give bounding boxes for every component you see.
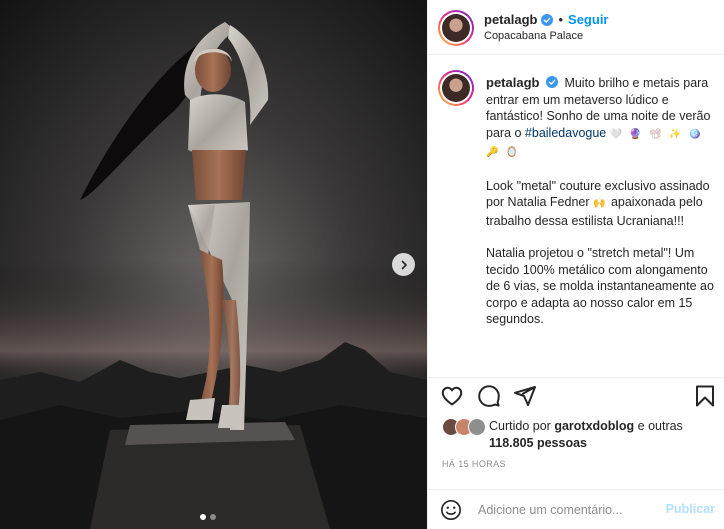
author-username[interactable]: petalagb [484,12,537,27]
post-header: petalagb • Seguir Copacabana Palace [428,0,724,55]
caption-username[interactable]: petalagb [486,75,539,90]
post-sidebar: petalagb • Seguir Copacabana Palace peta… [427,0,724,529]
photo-model-metal-outfit [0,0,427,529]
action-bar [428,377,724,413]
comment-input[interactable] [478,500,658,520]
separator: • [558,12,564,27]
liker-avatars [442,418,488,438]
paper-plane-icon[interactable] [513,384,537,408]
publish-button[interactable]: Publicar [666,502,715,516]
avatar[interactable] [438,10,474,46]
carousel-indicator [200,514,216,520]
hashtag-link[interactable]: #bailedavogue [525,126,606,140]
verified-badge-icon [541,13,554,26]
liker-username[interactable]: garotxdoblog [554,419,634,433]
caption-paragraph-3: Natalia projetou o "stretch metal"! Um t… [486,246,714,326]
verified-badge-icon [545,76,558,88]
likes-prefix: Curtido por [489,419,555,433]
avatar [468,418,486,436]
heart-icon[interactable] [440,384,464,408]
next-slide-button[interactable] [392,253,415,276]
follow-button[interactable]: Seguir [568,12,608,27]
carousel-dot [210,514,216,520]
bookmark-icon[interactable] [693,384,717,408]
caption-text: petalagb Muito brilho e metais para entr… [486,75,714,344]
caption-area: petalagb Muito brilho e metais para entr… [428,56,724,377]
post-timestamp[interactable]: HÁ 15 HORAS [442,459,506,469]
post-image[interactable] [0,0,427,529]
carousel-dot-active [200,514,206,520]
caption-emoji-hands: 🙌 [593,198,608,209]
comment-bar: Publicar [428,489,724,529]
post-location[interactable]: Copacabana Palace [484,30,583,42]
avatar[interactable] [438,70,474,106]
likes-count[interactable]: 118.805 pessoas [489,436,587,450]
chevron-right-icon [401,260,407,269]
comment-icon[interactable] [477,384,501,408]
smiley-icon[interactable] [440,499,462,521]
likes-middle: e outras [634,419,683,433]
likes-summary: Curtido por garotxdoblog e outras 118.80… [442,418,719,452]
